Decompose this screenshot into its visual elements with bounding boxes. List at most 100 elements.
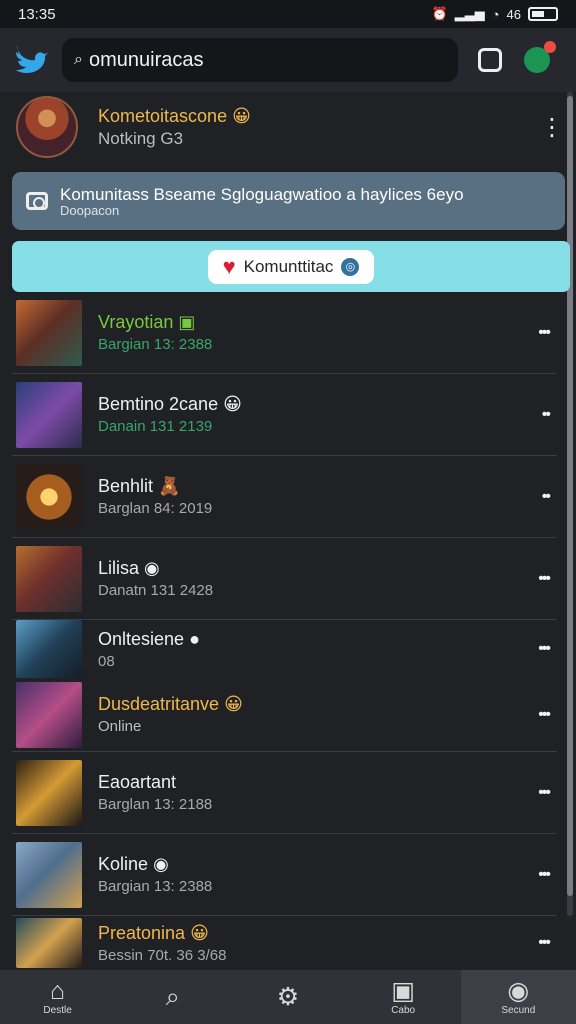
list-subtitle: Online [98, 718, 142, 735]
list-thumbnail [16, 620, 82, 678]
nav-camera[interactable]: ▣ Cabo [346, 970, 461, 1024]
community-strip[interactable]: ♥ Komunttitac ◎ [12, 241, 570, 292]
list-title: Dusdeatritanve [98, 694, 220, 714]
nav-search[interactable]: ⌕ [115, 970, 230, 1024]
row-menu-icon[interactable]: ••• [538, 324, 551, 342]
battery-icon [528, 7, 558, 21]
profile-text: Kometoitascone 😀 Notking G3 [98, 104, 498, 150]
list-title-row: Lilisa ◉ [98, 556, 488, 580]
list-title: Benhlit [98, 476, 154, 496]
search-field[interactable]: ⌕ [62, 38, 458, 82]
nav-label: Destle [43, 1005, 72, 1016]
row-menu-icon[interactable]: ••• [538, 934, 551, 952]
more-options-icon[interactable]: ⋮ [540, 113, 564, 142]
list-subtitle: Barglan 13: 2188 [98, 796, 213, 813]
status-bar: 13:35 ⏰ ▂▃▅ ◔ 46 [0, 0, 576, 28]
nav-label: Cabo [391, 1005, 416, 1016]
camera-icon: ▣ [391, 977, 415, 1005]
list-text: Dusdeatritanve 😀 Online [98, 692, 488, 737]
compose-button[interactable] [478, 48, 502, 72]
community-button[interactable]: ♥ Komunttitac ◎ [208, 249, 374, 284]
community-label: Komunttitac [243, 256, 334, 276]
banner-sub: Doopacon [60, 202, 120, 218]
row-menu-icon[interactable]: ••• [538, 866, 551, 884]
notifications-button[interactable] [524, 41, 556, 73]
record-icon: ● [189, 628, 200, 649]
list-subtitle: 08 [98, 652, 115, 670]
list-item[interactable]: Onltesiene ● 08 ••• [12, 620, 557, 678]
list-item[interactable]: Dusdeatritanve 😀 Online ••• [12, 678, 557, 752]
list-title: Onltesiene [98, 628, 185, 649]
bird-logo-icon[interactable] [14, 42, 50, 78]
profile-name-row: Kometoitascone 😀 [98, 104, 498, 128]
hero-avatar [16, 96, 78, 158]
alarm-icon: ⏰ [431, 6, 448, 21]
list-text: Benhlit 🧸 Barglan 84: 2019 [98, 474, 488, 519]
network-label: 46 [506, 6, 521, 22]
target-icon: ◉ [144, 558, 160, 578]
list-text: Lilisa ◉ Danatn 131 2428 [98, 556, 488, 601]
list-item[interactable]: Vrayotian ▣ Bargian 13: 2388 ••• [12, 292, 557, 374]
nav-profile[interactable]: ◉ Secund [460, 970, 576, 1024]
bear-icon: 🧸 [158, 476, 181, 496]
list-subtitle: Bargian 13: 2388 [98, 336, 213, 353]
list-title: Koline [98, 854, 149, 874]
list-item[interactable]: Bemtino 2cane 😀 Danain 131 2139 •• [12, 374, 557, 456]
heart-icon: ♥ [222, 253, 236, 279]
list-title: Eaoartant [98, 772, 177, 792]
profile-subtitle-row: Notking G3 [98, 128, 498, 150]
nav-settings[interactable]: ⚙ [230, 970, 345, 1024]
list-title-row: Koline ◉ [98, 852, 488, 876]
list-title: Bemtino 2cane [98, 394, 219, 414]
list-item[interactable]: Lilisa ◉ Danatn 131 2428 ••• [12, 538, 557, 620]
list-item[interactable]: Benhlit 🧸 Barglan 84: 2019 •• [12, 456, 557, 538]
list-thumbnail [16, 463, 82, 530]
wifi-icon: ◔ [491, 6, 500, 22]
list-subtitle: Barglan 84: 2019 [98, 500, 213, 517]
row-menu-icon[interactable]: •• [542, 488, 551, 506]
badge-icon: ▣ [178, 312, 196, 332]
signal-icon: ▂▃▅ [454, 6, 485, 21]
smile-icon: 😀 [224, 694, 243, 714]
list-thumbnail [16, 299, 82, 366]
list-title-row: Benhlit 🧸 [98, 474, 488, 498]
list-text: Bemtino 2cane 😀 Danain 131 2139 [98, 392, 488, 437]
status-icons: ⏰ ▂▃▅ ◔ 46 [431, 6, 558, 22]
target-icon: ◉ [153, 854, 169, 874]
profile-subtitle: Notking [98, 129, 156, 148]
list-text: Eaoartant Barglan 13: 2188 [98, 770, 488, 815]
search-input[interactable] [88, 48, 419, 72]
list-subtitle: Danain 131 2139 [98, 418, 213, 435]
circle-badge-icon: ◎ [341, 257, 360, 276]
list-title-row: Onltesiene ● [98, 627, 488, 651]
nav-home[interactable]: ⌂ Destle [0, 970, 115, 1024]
list-text: Preatonina 😀 Bessin 70t. 36 3/68 [98, 921, 488, 966]
list-thumbnail [16, 545, 82, 612]
list-title: Preatonina [98, 922, 186, 943]
community-list: Vrayotian ▣ Bargian 13: 2388 ••• Bemtino… [0, 292, 576, 970]
list-text: Vrayotian ▣ Bargian 13: 2388 [98, 310, 488, 355]
profile-card[interactable]: Kometoitascone 😀 Notking G3 ⋮ [16, 94, 564, 160]
settings-icon: ⚙ [276, 982, 300, 1011]
list-thumbnail [16, 841, 82, 908]
smile-icon: 😀 [223, 394, 242, 414]
list-item[interactable]: Koline ◉ Bargian 13: 2388 ••• [12, 834, 557, 916]
row-menu-icon[interactable]: ••• [538, 784, 551, 802]
list-title-row: Preatonina 😀 [98, 921, 488, 945]
list-subtitle: Danatn 131 2428 [98, 582, 214, 599]
home-icon: ⌂ [50, 977, 66, 1005]
row-menu-icon[interactable]: ••• [538, 570, 551, 588]
list-item[interactable]: Preatonina 😀 Bessin 70t. 36 3/68 ••• [12, 916, 557, 970]
list-title: Lilisa [98, 558, 140, 578]
list-thumbnail [16, 918, 82, 968]
community-banner[interactable]: Komunitass Bseame Sgloguagwatioo a hayli… [12, 172, 565, 230]
list-subtitle: Bessin 70t. 36 3/68 [98, 946, 227, 964]
row-menu-icon[interactable]: •• [542, 406, 551, 424]
status-time: 13:35 [18, 5, 56, 23]
smile-icon: 😀 [232, 106, 251, 126]
list-item[interactable]: Eaoartant Barglan 13: 2188 ••• [12, 752, 557, 834]
row-menu-icon[interactable]: ••• [538, 706, 551, 724]
profile-subtitle-tail: G3 [160, 129, 184, 148]
row-menu-icon[interactable]: ••• [538, 640, 551, 658]
list-thumbnail [16, 759, 82, 826]
